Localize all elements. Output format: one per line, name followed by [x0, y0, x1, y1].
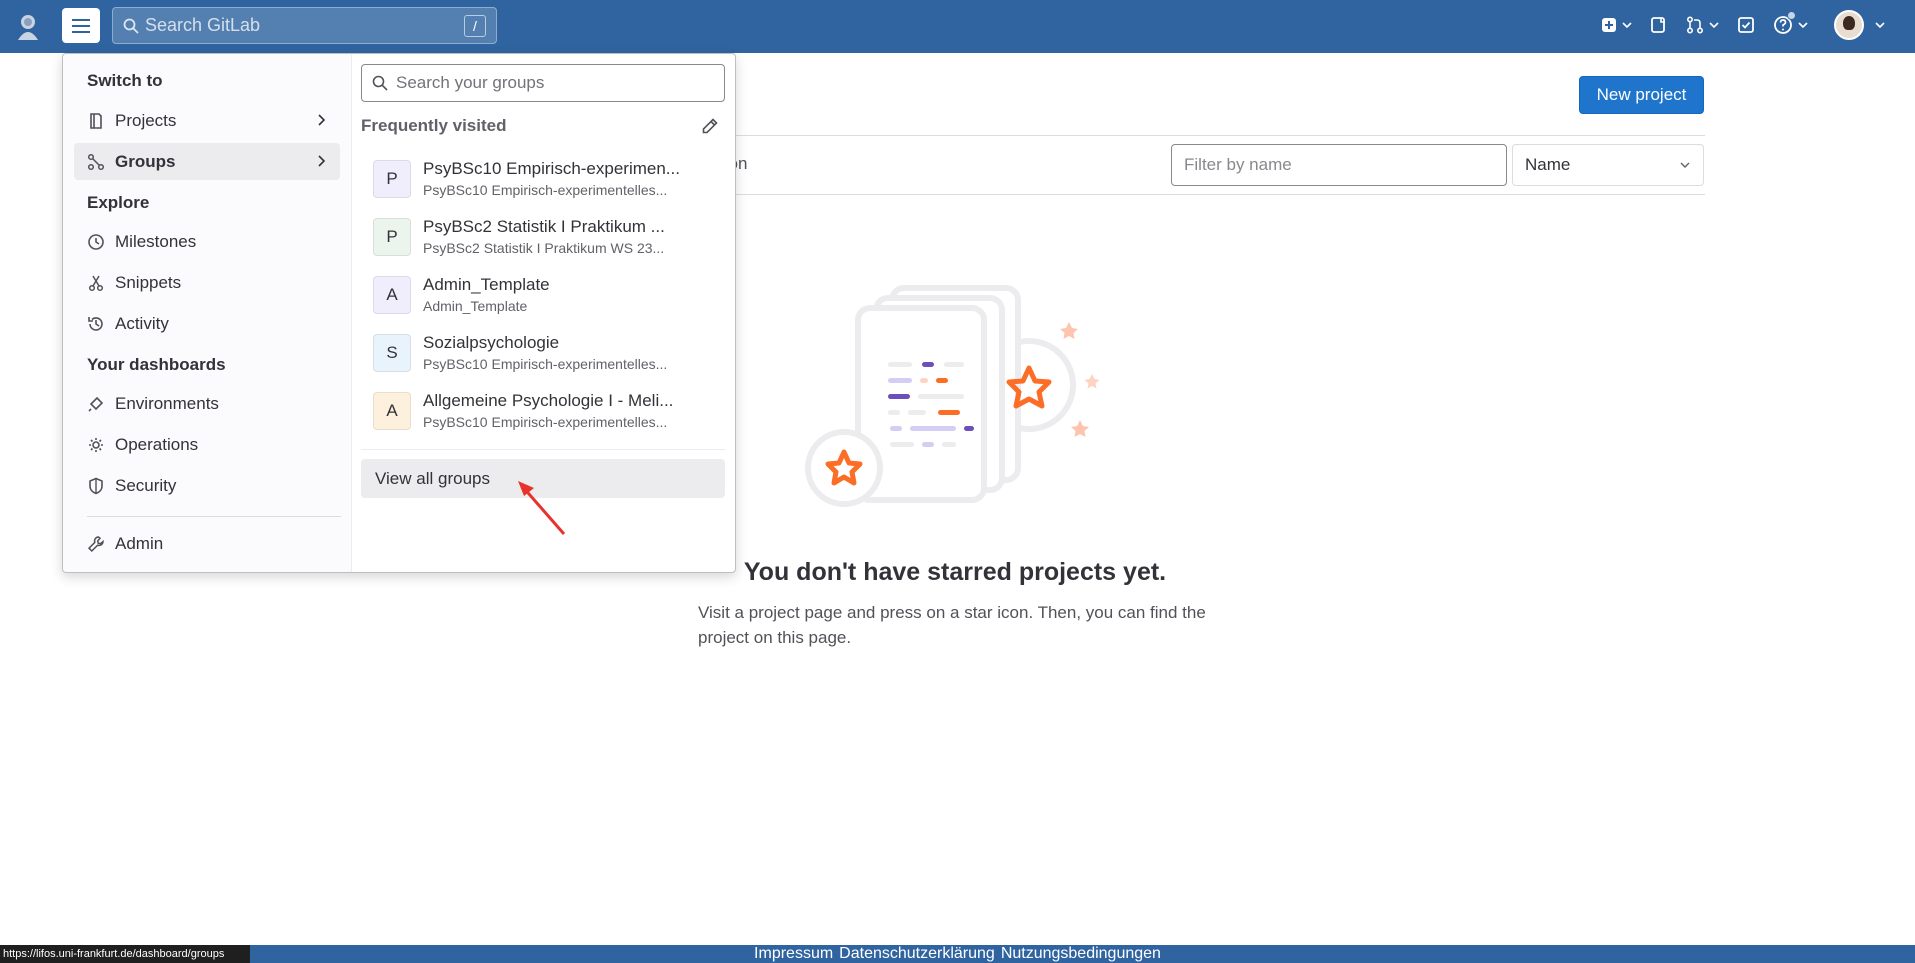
- menu-item-label: Milestones: [115, 231, 197, 251]
- environment-icon: [88, 396, 104, 412]
- group-name: PsyBSc10 Empirisch-experimen...: [423, 159, 680, 178]
- group-name: Sozialpsychologie: [423, 333, 560, 352]
- todos-icon: [1738, 17, 1754, 33]
- menu-item-label: Activity: [115, 313, 169, 333]
- todos-button[interactable]: [1737, 10, 1755, 40]
- menu-divider: [87, 516, 341, 517]
- annotation-arrow-icon: [518, 481, 566, 535]
- main-menu-dropdown: Switch to Projects Groups Explore Milest…: [62, 53, 736, 573]
- issues-button[interactable]: [1650, 10, 1668, 40]
- menu-item-milestones[interactable]: Milestones: [74, 223, 340, 260]
- empty-state-description: Visit a project page and press on a star…: [698, 603, 1206, 647]
- group-namespace: Admin_Template: [423, 298, 528, 314]
- search-icon: [123, 18, 139, 34]
- explore-heading: Explore: [87, 193, 150, 212]
- global-search-input[interactable]: Search GitLab /: [112, 7, 497, 44]
- panel-divider: [361, 449, 725, 450]
- group-avatar: A: [373, 276, 411, 314]
- footer: Impressum Datenschutzerklärung Nutzungsbed…: [0, 945, 1915, 963]
- chevron-right-icon: [318, 114, 326, 126]
- project-icon: [90, 112, 102, 129]
- hamburger-menu-button[interactable]: [62, 8, 100, 43]
- menu-item-admin[interactable]: Admin: [74, 525, 340, 562]
- new-project-button[interactable]: New project: [1579, 76, 1704, 114]
- search-placeholder: Search GitLab: [145, 15, 261, 35]
- group-avatar: P: [373, 160, 411, 198]
- group-name: Admin_Template: [423, 275, 550, 294]
- frequently-visited-heading: Frequently visited: [361, 116, 507, 135]
- menu-item-label: Snippets: [115, 272, 182, 292]
- filter-by-name-input[interactable]: Filter by name: [1171, 144, 1507, 186]
- user-menu-dropdown[interactable]: [1834, 10, 1885, 40]
- chevron-down-icon: [1680, 162, 1690, 168]
- group-name: Allgemeine Psychologie I - Meli...: [423, 391, 674, 410]
- group-avatar: S: [373, 334, 411, 372]
- search-shortcut-badge: /: [464, 15, 486, 37]
- merge-requests-dropdown[interactable]: [1686, 10, 1719, 40]
- menu-item-projects[interactable]: Projects: [74, 102, 340, 139]
- notification-dot: [1787, 11, 1796, 20]
- group-namespace: PsyBSc10 Empirisch-experimentelles...: [423, 182, 668, 198]
- shield-icon: [89, 477, 103, 494]
- menu-item-label: Admin: [115, 533, 164, 553]
- switch-to-heading: Switch to: [87, 71, 163, 90]
- wrench-icon: [87, 535, 104, 552]
- clock-icon: [88, 233, 104, 250]
- group-namespace: PsyBSc2 Statistik I Praktikum WS 23...: [423, 240, 665, 256]
- avatar: [1834, 10, 1864, 40]
- group-namespace: PsyBSc10 Empirisch-experimentelles...: [423, 414, 668, 430]
- chevron-down-icon: [1875, 22, 1885, 28]
- hamburger-icon: [72, 18, 90, 33]
- group-namespace: PsyBSc10 Empirisch-experimentelles...: [423, 356, 668, 372]
- chevron-down-icon: [1709, 22, 1719, 28]
- footer-link-nutzung[interactable]: Nutzungsbedingungen: [1001, 945, 1161, 962]
- group-avatar: P: [373, 218, 411, 256]
- menu-item-label: Security: [115, 475, 177, 495]
- chevron-right-icon: [318, 155, 326, 167]
- history-icon: [88, 316, 103, 331]
- snippet-icon: [88, 275, 104, 291]
- menu-item-operations[interactable]: Operations: [74, 426, 340, 463]
- group-item[interactable]: P PsyBSc10 Empirisch-experimen... PsyBSc…: [361, 152, 725, 208]
- your-dashboards-heading: Your dashboards: [87, 355, 226, 374]
- divider: [735, 194, 1705, 195]
- search-groups-input[interactable]: Search your groups: [361, 64, 725, 102]
- group-icon: [87, 153, 105, 170]
- chevron-down-icon: [1622, 22, 1632, 28]
- merge-requests-icon: [1686, 16, 1704, 34]
- menu-item-snippets[interactable]: Snippets: [74, 264, 340, 301]
- logo-icon[interactable]: [12, 10, 44, 42]
- menu-item-label: Groups: [115, 151, 176, 171]
- sort-selected-value: Name: [1525, 155, 1571, 174]
- group-item[interactable]: A Admin_Template Admin_Template: [361, 268, 725, 324]
- cloud-gear-icon: [89, 437, 103, 452]
- empty-state-illustration: [805, 285, 1100, 507]
- menu-item-label: Operations: [115, 434, 199, 454]
- menu-item-label: Environments: [115, 393, 219, 413]
- footer-link-datenschutz[interactable]: Datenschutzerklärung: [839, 945, 995, 962]
- menu-item-security[interactable]: Security: [74, 467, 340, 504]
- pencil-icon[interactable]: [701, 117, 719, 135]
- group-avatar: A: [373, 392, 411, 430]
- top-navbar: Search GitLab /: [0, 0, 1915, 53]
- issues-icon: [1651, 17, 1665, 33]
- group-item[interactable]: S Sozialpsychologie PsyBSc10 Empirisch-e…: [361, 326, 725, 382]
- group-name: PsyBSc2 Statistik I Praktikum ...: [423, 217, 665, 236]
- menu-item-environments[interactable]: Environments: [74, 385, 340, 422]
- group-item[interactable]: A Allgemeine Psychologie I - Meli... Psy…: [361, 384, 725, 440]
- create-new-icon: [1602, 18, 1616, 32]
- menu-item-groups[interactable]: Groups: [74, 143, 340, 180]
- divider: [735, 135, 1705, 136]
- sort-select[interactable]: Name: [1512, 144, 1704, 186]
- browser-status-url: https://lifos.uni-frankfurt.de/dashboard…: [0, 945, 250, 963]
- footer-link-impressum[interactable]: Impressum: [754, 945, 833, 962]
- menu-item-label: Projects: [115, 110, 177, 130]
- search-groups-placeholder: Search your groups: [396, 73, 545, 92]
- help-dropdown[interactable]: [1773, 10, 1808, 40]
- chevron-down-icon: [1798, 22, 1808, 28]
- group-item[interactable]: P PsyBSc2 Statistik I Praktikum ... PsyB…: [361, 210, 725, 266]
- search-icon: [372, 75, 388, 91]
- create-new-dropdown[interactable]: [1601, 10, 1632, 40]
- menu-item-activity[interactable]: Activity: [74, 305, 340, 342]
